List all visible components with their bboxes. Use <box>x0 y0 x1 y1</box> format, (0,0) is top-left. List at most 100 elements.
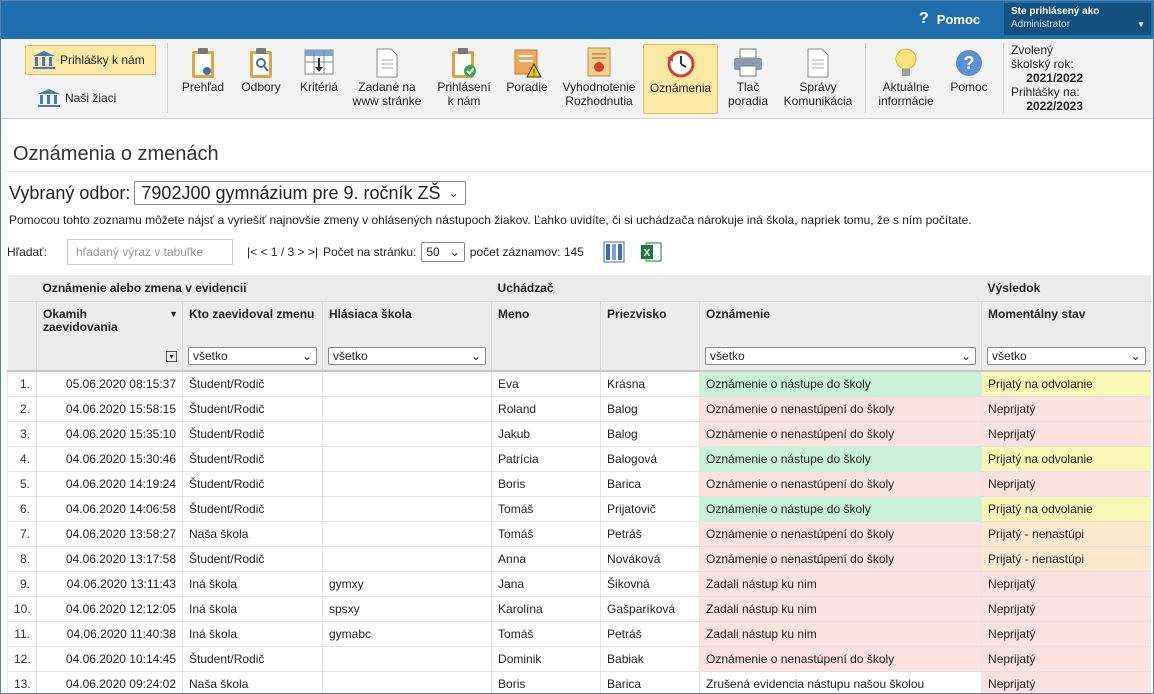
tb-prehlad-button[interactable]: Prehľad <box>177 44 229 114</box>
col-header-okamih[interactable]: Okamih zaevidovania ▼ <box>36 301 183 341</box>
tb-oznamenia-button[interactable]: Oznámenia <box>643 44 718 114</box>
cell-skola <box>321 421 492 447</box>
col-header-priezvisko[interactable]: Priezvisko <box>600 301 700 341</box>
cell-kto: Naša škola <box>182 671 323 693</box>
filter-priezvisko <box>600 341 700 372</box>
cell-skola <box>321 396 492 422</box>
table-row[interactable]: 6. 04.06.2020 14:06:58 Študent/Rodič Tomáš P… <box>7 496 1151 522</box>
col-header-stav[interactable]: Momentálny stav <box>981 301 1151 341</box>
clock-history-icon <box>665 47 697 81</box>
tb-kriteria-button[interactable]: Kritériá <box>293 44 345 114</box>
filter-oznamenie-select[interactable]: všetko ⌄ <box>705 346 977 365</box>
page-title: Oznámenia o zmenách <box>13 143 219 165</box>
institution-icon <box>38 89 60 107</box>
columns-icon[interactable] <box>603 241 625 263</box>
tb-poradie-button[interactable]: ! Poradie <box>501 44 553 114</box>
filter-skola: všetko ⌄ <box>321 341 492 372</box>
row-number: 3. <box>7 421 37 447</box>
cell-kto: Študent/Rodič <box>182 396 323 422</box>
row-number: 8. <box>7 546 37 572</box>
svg-text:!: ! <box>533 68 536 78</box>
cell-priezvisko: Krásna <box>600 371 700 397</box>
cell-oznamenie: Zadali nástup ku nim <box>699 571 982 597</box>
cell-skola: gymabc <box>321 621 492 647</box>
tb-pomoc-button[interactable]: ? Pomoc <box>945 44 993 114</box>
user-menu[interactable]: Ste prihlásený ako Administrator ▼ <box>1004 3 1151 35</box>
col-header-kto[interactable]: Kto zaevidoval zmenu <box>182 301 323 341</box>
table-row[interactable]: 12. 04.06.2020 10:14:45 Študent/Rodič Domin… <box>7 646 1151 672</box>
group-header-vysledok: Výsledok <box>981 275 1151 302</box>
tb-odbory-button[interactable]: Odbory <box>235 44 287 114</box>
cell-stav: Neprijatý <box>981 471 1151 497</box>
cell-priezvisko: Barica <box>600 471 700 497</box>
cell-meno: Boris <box>491 471 601 497</box>
cell-priezvisko: Gašparíková <box>600 596 700 622</box>
table-row[interactable]: 9. 04.06.2020 13:11:43 Iná škola gymxy Jana Š… <box>7 571 1151 597</box>
help-circle-icon: ? <box>953 46 985 80</box>
col-header-oznamenie[interactable]: Oznámenie <box>699 301 982 341</box>
per-page-value: 50 <box>426 245 440 259</box>
tb-prihlaseni-label: Prihlásení k nám <box>437 80 491 108</box>
table-row[interactable]: 2. 04.06.2020 15:58:15 Študent/Rodič Roland… <box>7 396 1151 422</box>
tb-prihlaseni-button[interactable]: Prihlásení k nám <box>433 44 495 114</box>
cell-skola: spsxy <box>321 596 492 622</box>
odbor-select[interactable]: 7902J00 gymnázium pre 9. ročník ZŠ ⌄ <box>134 181 466 205</box>
cell-priezvisko: Balogová <box>600 446 700 472</box>
col-header-skola[interactable]: Hlásiaca škola <box>321 301 492 341</box>
table-row[interactable]: 5. 04.06.2020 14:19:24 Študent/Rodič Boris B… <box>7 471 1151 497</box>
table-row[interactable]: 1. 05.06.2020 08:15:37 Študent/Rodič Eva Krá… <box>7 371 1151 397</box>
cell-stav: Prijatý - nenastúpi <box>981 521 1151 547</box>
per-page-select[interactable]: 50 ⌄ <box>421 242 465 262</box>
question-mark-icon: ? <box>919 10 929 27</box>
nav-nasi-ziaci[interactable]: Naši žiaci <box>31 83 151 113</box>
document-icon <box>371 46 403 80</box>
filter-stav-value: všetko <box>992 348 1027 363</box>
svg-text:?: ? <box>964 53 975 73</box>
cell-priezvisko: Prijatovič <box>600 496 700 522</box>
chevron-down-icon: ⌄ <box>448 186 459 200</box>
col-header-meno[interactable]: Meno <box>491 301 601 341</box>
nav-prihlasky-k-nam[interactable]: Prihlášky k nám <box>25 45 156 75</box>
table-arrow-icon <box>303 46 335 80</box>
table-row[interactable]: 4. 04.06.2020 15:30:46 Študent/Rodič Patríc… <box>7 446 1151 472</box>
table-row[interactable]: 13. 04.06.2020 09:24:02 Naša škola Boris Bar… <box>7 671 1151 693</box>
filter-icon[interactable]: ▾ <box>166 351 177 362</box>
pager-controls[interactable]: |< < 1 / 3 > >| <box>247 245 318 259</box>
table-row[interactable]: 8. 04.06.2020 13:17:58 Študent/Rodič Anna No… <box>7 546 1151 572</box>
tb-aktualne-button[interactable]: Aktuálne informácie <box>873 44 939 114</box>
table-row[interactable]: 10. 04.06.2020 12:12:05 Iná škola spsxy Karo… <box>7 596 1151 622</box>
filter-skola-select[interactable]: všetko ⌄ <box>328 346 487 365</box>
odbor-row: Vybraný odbor: 7902J00 gymnázium pre 9. … <box>9 181 466 205</box>
cell-stav: Neprijatý <box>981 396 1151 422</box>
tb-zadane-button[interactable]: Zadané na www stránke <box>351 44 423 114</box>
sort-desc-icon: ▼ <box>169 308 178 319</box>
applications-value: 2022/2023 <box>1026 99 1083 113</box>
cell-kto: Iná škola <box>182 596 323 622</box>
tb-vyhodnotenie-button[interactable]: Vyhodnotenie Rozhodnutia <box>559 44 639 114</box>
filter-stav-select[interactable]: všetko ⌄ <box>987 346 1146 365</box>
tb-tlac-button[interactable]: Tlač poradia <box>723 44 773 114</box>
caret-down-icon: ▼ <box>1137 20 1145 29</box>
col-header-index <box>7 301 37 341</box>
cell-oznamenie: Oznámenie o nenastúpení do školy <box>699 546 982 572</box>
top-help-link[interactable]: ? Pomoc <box>919 9 980 29</box>
cell-stav: Prijatý - nenastúpi <box>981 546 1151 572</box>
filter-kto-select[interactable]: všetko ⌄ <box>188 346 317 365</box>
per-page-label: Počet na stránku: <box>322 245 417 259</box>
search-row: Hľadať: hľadaný výraz v tabuľke |< < 1 /… <box>7 239 662 265</box>
table-row[interactable]: 3. 04.06.2020 15:35:10 Študent/Rodič Jakub B… <box>7 421 1151 447</box>
table-row[interactable]: 11. 04.06.2020 11:40:38 Iná škola gymabc Tom… <box>7 621 1151 647</box>
filter-oznamenie-value: všetko <box>710 348 745 363</box>
lightbulb-icon <box>890 46 922 80</box>
search-input[interactable]: hľadaný výraz v tabuľke <box>67 239 234 265</box>
cell-okamih: 04.06.2020 14:06:58 <box>36 496 183 522</box>
tb-spravy-button[interactable]: Správy Komunikácia <box>779 44 857 114</box>
cell-priezvisko: Petráš <box>600 521 700 547</box>
cell-stav: Prijatý na odvolanie <box>981 446 1151 472</box>
table-row[interactable]: 7. 04.06.2020 13:58:27 Naša škola Tomáš Petr… <box>7 521 1151 547</box>
school-year-label: Zvolený školský rok: <box>1011 43 1074 71</box>
cell-okamih: 04.06.2020 13:11:43 <box>36 571 183 597</box>
row-number: 9. <box>7 571 37 597</box>
excel-export-icon[interactable]: X <box>640 241 662 263</box>
tb-pomoc-label: Pomoc <box>950 80 988 94</box>
